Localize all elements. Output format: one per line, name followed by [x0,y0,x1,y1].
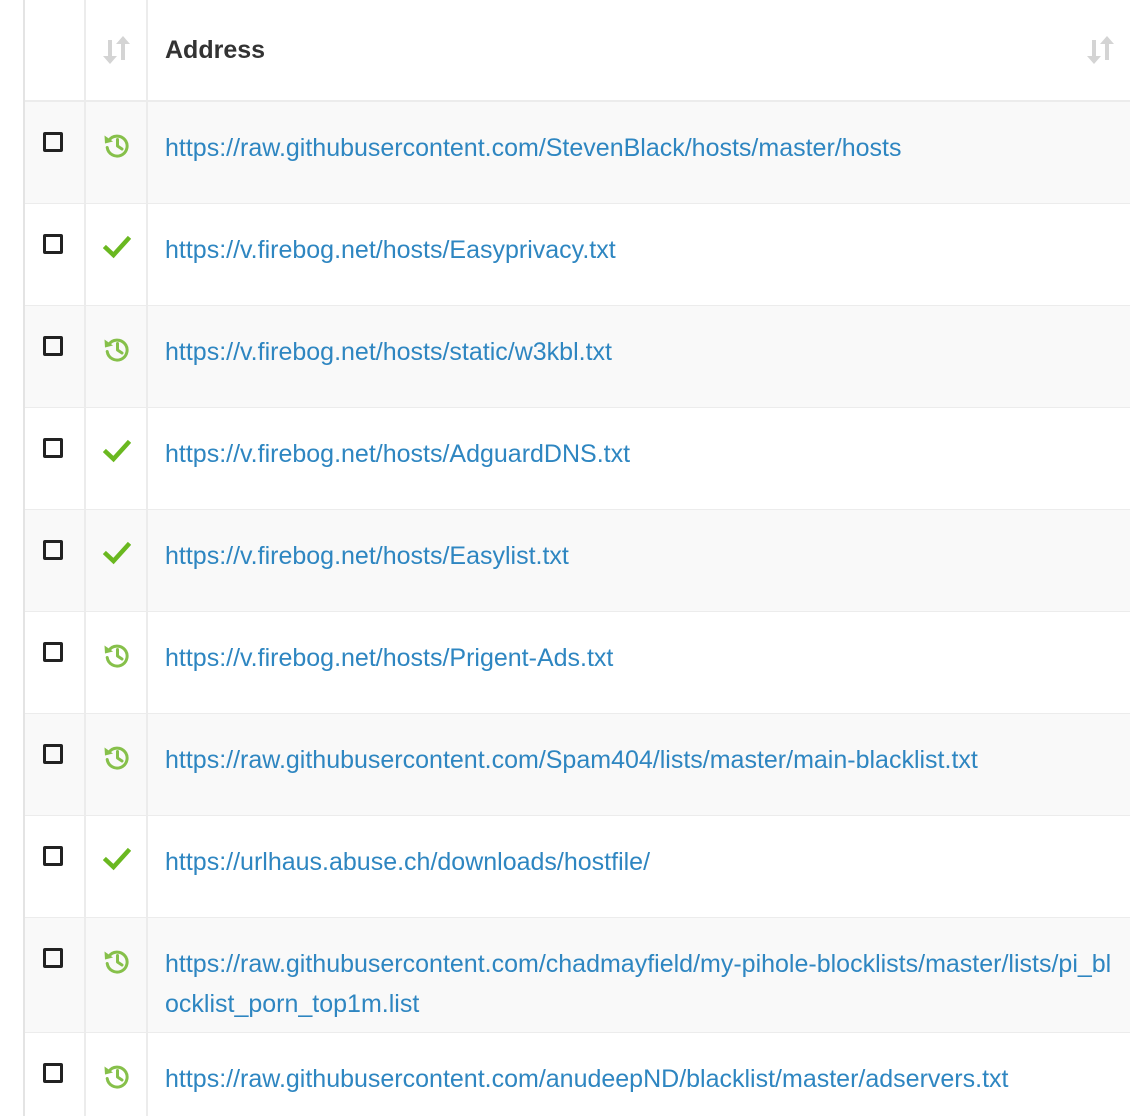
header-select [25,0,86,102]
row-select-cell [25,917,86,1032]
table-row[interactable]: https://raw.githubusercontent.com/Spam40… [25,713,1130,815]
row-checkbox[interactable] [43,947,63,968]
row-status-cell [85,407,148,509]
address-link[interactable]: https://raw.githubusercontent.com/chadma… [148,918,1130,1024]
address-link[interactable]: https://v.firebog.net/hosts/static/w3kbl… [148,306,1130,372]
row-address-cell: https://raw.githubusercontent.com/chadma… [147,917,1130,1032]
row-status-cell [85,509,148,611]
row-status-cell [85,101,148,203]
row-address-cell: https://raw.githubusercontent.com/anudee… [147,1032,1130,1116]
history-icon [104,1065,129,1089]
table-row[interactable]: https://raw.githubusercontent.com/Steven… [25,101,1130,203]
sort-icon[interactable] [1086,34,1116,66]
check-icon [103,439,131,462]
row-address-cell: https://v.firebog.net/hosts/AdguardDNS.t… [147,407,1130,509]
row-status-cell [85,1032,148,1116]
row-checkbox[interactable] [43,233,63,254]
table-row[interactable]: https://raw.githubusercontent.com/chadma… [25,917,1130,1032]
row-select-cell [25,1032,86,1116]
address-link[interactable]: https://raw.githubusercontent.com/Spam40… [148,714,1130,780]
row-status-cell [85,713,148,815]
row-status-cell [85,305,148,407]
row-address-cell: https://raw.githubusercontent.com/Spam40… [147,713,1130,815]
address-link[interactable]: https://raw.githubusercontent.com/anudee… [148,1033,1130,1099]
row-select-cell [25,713,86,815]
sort-icon[interactable] [102,34,132,66]
check-icon [103,847,131,870]
row-address-cell: https://urlhaus.abuse.ch/downloads/hostf… [147,815,1130,917]
row-checkbox[interactable] [43,641,63,662]
row-address-cell: https://v.firebog.net/hosts/Prigent-Ads.… [147,611,1130,713]
table-header-row: Address [25,0,1130,102]
table-row[interactable]: https://v.firebog.net/hosts/Prigent-Ads.… [25,611,1130,713]
row-select-cell [25,203,86,305]
row-checkbox[interactable] [43,845,63,866]
address-link[interactable]: https://raw.githubusercontent.com/Steven… [148,102,1130,168]
address-link[interactable]: https://urlhaus.abuse.ch/downloads/hostf… [148,816,1130,882]
row-checkbox[interactable] [43,437,63,458]
row-select-cell [25,101,86,203]
panel-left-border [0,0,25,1116]
row-checkbox[interactable] [43,1062,63,1083]
header-address[interactable]: Address [147,0,1130,102]
history-icon [104,746,129,770]
adlists-table-view: Address https://raw.githubusercontent.co… [0,0,1130,1116]
row-checkbox[interactable] [43,539,63,560]
row-status-cell [85,203,148,305]
history-icon [104,644,129,668]
row-select-cell [25,611,86,713]
table-row[interactable]: https://urlhaus.abuse.ch/downloads/hostf… [25,815,1130,917]
table-row[interactable]: https://raw.githubusercontent.com/anudee… [25,1032,1130,1116]
header-address-label: Address [165,35,266,64]
history-icon [104,134,129,158]
header-status[interactable] [85,0,148,102]
table-row[interactable]: https://v.firebog.net/hosts/static/w3kbl… [25,305,1130,407]
address-link[interactable]: https://v.firebog.net/hosts/Prigent-Ads.… [148,612,1130,678]
table-row[interactable]: https://v.firebog.net/hosts/AdguardDNS.t… [25,407,1130,509]
table-row[interactable]: https://v.firebog.net/hosts/Easylist.txt [25,509,1130,611]
row-address-cell: https://v.firebog.net/hosts/Easylist.txt [147,509,1130,611]
row-status-cell [85,815,148,917]
row-address-cell: https://v.firebog.net/hosts/static/w3kbl… [147,305,1130,407]
row-checkbox[interactable] [43,743,63,764]
row-checkbox[interactable] [43,132,63,152]
address-link[interactable]: https://v.firebog.net/hosts/Easylist.txt [148,510,1130,576]
row-select-cell [25,815,86,917]
row-status-cell [85,917,148,1032]
check-icon [103,541,131,564]
row-address-cell: https://v.firebog.net/hosts/Easyprivacy.… [147,203,1130,305]
row-status-cell [85,611,148,713]
address-link[interactable]: https://v.firebog.net/hosts/Easyprivacy.… [148,204,1130,270]
row-address-cell: https://raw.githubusercontent.com/Steven… [147,101,1130,203]
check-icon [103,235,131,258]
row-checkbox[interactable] [43,335,63,356]
history-icon [104,950,129,974]
history-icon [104,338,129,362]
row-select-cell [25,509,86,611]
address-link[interactable]: https://v.firebog.net/hosts/AdguardDNS.t… [148,408,1130,474]
row-select-cell [25,407,86,509]
adlists-table: Address https://raw.githubusercontent.co… [25,0,1130,1116]
row-select-cell [25,305,86,407]
table-row[interactable]: https://v.firebog.net/hosts/Easyprivacy.… [25,203,1130,305]
